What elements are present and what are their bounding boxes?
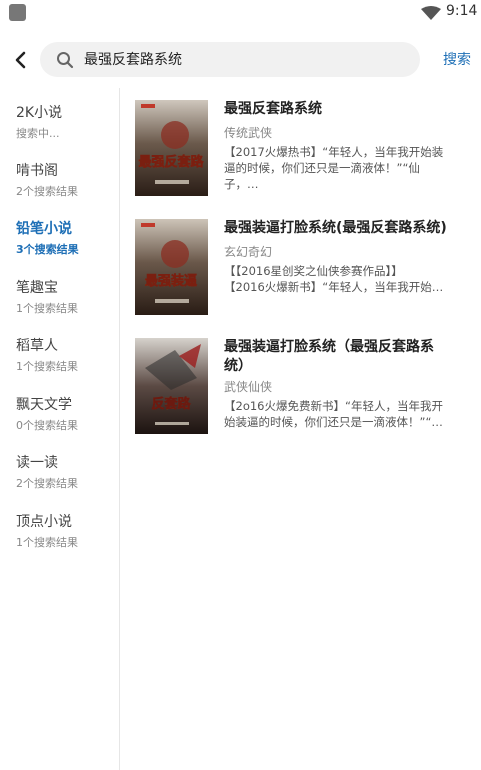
source-status: 3个搜索结果 [16, 243, 79, 256]
wifi-icon [421, 6, 441, 20]
source-name: 读一读 [16, 455, 58, 471]
search-input[interactable] [84, 51, 404, 67]
status-bar: 9:14 [0, 0, 481, 26]
book-title: 最强装逼打脸系统（最强反套路系 统） [224, 339, 434, 374]
book-result-item[interactable]: 最强装逼 最强装逼打脸系统(最强反套路系统) 玄幻奇幻 【【2016星创奖之仙侠… [135, 219, 465, 315]
book-description: 【2017火爆热书】“年轻人，当年我开始装 逼的时候，你们还只是一滴液体！”“仙… [224, 145, 444, 191]
book-title: 最强反套路系统 [224, 101, 322, 117]
source-item-daocaoren[interactable]: 稻草人 1个搜索结果 [16, 335, 78, 374]
source-name: 啃书阁 [16, 163, 58, 179]
top-bar: 搜索 [0, 40, 481, 80]
clock: 9:14 [446, 3, 478, 19]
source-sidebar: 2K小说 搜索中... 啃书阁 2个搜索结果 铅笔小说 3个搜索结果 笔趣宝 1… [0, 88, 120, 770]
source-status: 1个搜索结果 [16, 536, 78, 549]
source-name: 稻草人 [16, 338, 58, 354]
source-status: 0个搜索结果 [16, 419, 78, 432]
source-status: 2个搜索结果 [16, 185, 78, 198]
book-category: 玄幻奇幻 [224, 245, 273, 259]
source-status: 1个搜索结果 [16, 302, 78, 315]
source-name: 飘天文学 [16, 397, 72, 413]
book-result-item[interactable]: 反套路 最强装逼打脸系统（最强反套路系 统） 武侠仙侠 【2o16火爆免费新书】… [135, 338, 465, 434]
source-name: 2K小说 [16, 105, 63, 121]
book-title: 最强装逼打脸系统(最强反套路系统) [224, 220, 447, 236]
book-result-item[interactable]: 最强反套路 最强反套路系统 传统武侠 【2017火爆热书】“年轻人，当年我开始装… [135, 100, 465, 196]
book-description: 【【2016星创奖之仙侠参赛作品】】 【2016火爆新书】“年轻人，当年我开始… [224, 264, 444, 294]
svg-text:反套路: 反套路 [151, 396, 191, 412]
notification-icon [9, 4, 26, 21]
source-item-kenshuge[interactable]: 啃书阁 2个搜索结果 [16, 160, 78, 199]
book-cover: 反套路 [135, 338, 208, 434]
source-status: 1个搜索结果 [16, 360, 78, 373]
source-item-piaotian[interactable]: 飘天文学 0个搜索结果 [16, 394, 78, 433]
book-cover: 最强反套路 [135, 100, 208, 196]
book-category: 武侠仙侠 [224, 380, 273, 394]
source-name: 顶点小说 [16, 514, 72, 530]
source-item-dingdian[interactable]: 顶点小说 1个搜索结果 [16, 511, 78, 550]
book-category: 传统武侠 [224, 126, 273, 140]
search-box[interactable] [40, 42, 420, 77]
source-status: 2个搜索结果 [16, 477, 78, 490]
source-status: 搜索中... [16, 127, 60, 140]
svg-text:最强装逼: 最强装逼 [145, 273, 197, 289]
source-item-biqubao[interactable]: 笔趣宝 1个搜索结果 [16, 277, 78, 316]
source-name: 笔趣宝 [16, 280, 58, 296]
back-arrow-icon[interactable] [10, 49, 32, 71]
search-button[interactable]: 搜索 [443, 49, 471, 69]
svg-text:最强反套路: 最强反套路 [138, 154, 204, 170]
source-item-duyidu[interactable]: 读一读 2个搜索结果 [16, 452, 78, 491]
source-name: 铅笔小说 [16, 221, 72, 237]
source-item-qianbi[interactable]: 铅笔小说 3个搜索结果 [16, 218, 79, 257]
source-item-2k[interactable]: 2K小说 搜索中... [16, 102, 62, 141]
book-description: 【2o16火爆免费新书】“年轻人，当年我开 始装逼的时候，你们还只是一滴液体！”… [224, 399, 443, 429]
book-cover: 最强装逼 [135, 219, 208, 315]
search-icon [57, 52, 74, 69]
